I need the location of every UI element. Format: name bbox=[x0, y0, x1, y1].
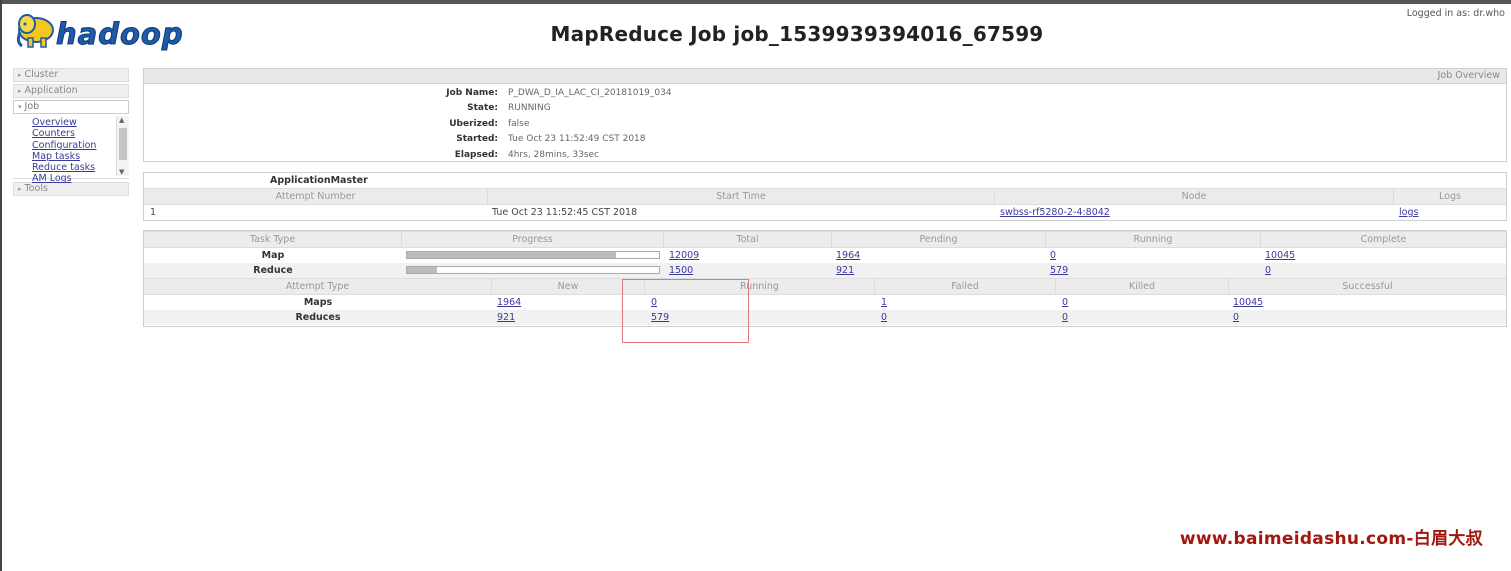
reduce-complete-link[interactable]: 0 bbox=[1265, 265, 1271, 276]
info-label: Started: bbox=[456, 134, 498, 145]
window-top-bar bbox=[2, 0, 1511, 4]
map-pending-link[interactable]: 1964 bbox=[836, 250, 860, 261]
sidebar-link-reduce-tasks[interactable]: Reduce tasks bbox=[32, 162, 96, 173]
info-value: 4hrs, 28mins, 33sec bbox=[508, 149, 600, 160]
info-value: false bbox=[508, 118, 530, 129]
table-row: Reduces 921 579 0 0 0 bbox=[144, 310, 1506, 325]
maps-killed-link[interactable]: 0 bbox=[1062, 297, 1068, 308]
info-row-uberized: Uberized: false bbox=[144, 117, 1506, 132]
sidebar-item-application[interactable]: ▸ Application bbox=[13, 84, 129, 98]
attempt-number: 1 bbox=[150, 207, 157, 218]
sidebar-item-label: Application bbox=[24, 85, 78, 96]
info-label: Elapsed: bbox=[454, 149, 498, 160]
sidebar: ▸ Cluster ▸ Application ▾ Job Overview Coun… bbox=[13, 68, 129, 198]
scroll-down-icon[interactable]: ▼ bbox=[119, 168, 124, 176]
table-row: 1 Tue Oct 23 11:52:45 CST 2018 swbss-rf5… bbox=[144, 205, 1506, 221]
info-label: State: bbox=[467, 103, 498, 114]
sidebar-link-am-logs[interactable]: AM Logs bbox=[32, 173, 96, 184]
info-row-started: Started: Tue Oct 23 11:52:49 CST 2018 bbox=[144, 132, 1506, 147]
table-row: Maps 1964 0 1 0 10045 bbox=[144, 295, 1506, 310]
maps-new-link[interactable]: 1964 bbox=[497, 297, 521, 308]
am-table-header: Attempt Number Start Time Node Logs bbox=[144, 188, 1506, 205]
annotation-highlight-box bbox=[622, 279, 749, 343]
col-total[interactable]: Total bbox=[664, 232, 832, 247]
map-total-link[interactable]: 12009 bbox=[669, 250, 699, 261]
sidebar-link-map-tasks[interactable]: Map tasks bbox=[32, 151, 96, 162]
map-progress-bar bbox=[406, 251, 660, 259]
col-complete[interactable]: Complete bbox=[1261, 232, 1506, 247]
triangle-down-icon: ▾ bbox=[18, 103, 22, 111]
col-pending[interactable]: Pending bbox=[832, 232, 1046, 247]
watermark: www.baimeidashu.com-白眉大叔 bbox=[1179, 529, 1483, 549]
job-submenu: Overview Counters Configuration Map task… bbox=[13, 116, 129, 184]
sidebar-link-overview[interactable]: Overview bbox=[32, 117, 96, 128]
sidebar-link-counters[interactable]: Counters bbox=[32, 128, 96, 139]
info-row-elapsed: Elapsed: 4hrs, 28mins, 33sec bbox=[144, 148, 1506, 163]
info-row-job-name: Job Name: P_DWA_D_IA_LAC_CI_20181019_034 bbox=[144, 86, 1506, 101]
node-link[interactable]: swbss-rf5280-2-4:8042 bbox=[1000, 207, 1110, 218]
attempt-type-reduces: Reduces bbox=[295, 312, 341, 323]
table-row: Map 12009 1964 0 10045 bbox=[144, 248, 1506, 263]
maps-successful-link[interactable]: 10045 bbox=[1233, 297, 1263, 308]
sidebar-item-cluster[interactable]: ▸ Cluster bbox=[13, 68, 129, 82]
maps-failed-link[interactable]: 1 bbox=[881, 297, 887, 308]
logs-link[interactable]: logs bbox=[1399, 207, 1418, 218]
logged-in-status: Logged in as: dr.who bbox=[1406, 8, 1505, 19]
reduces-killed-link[interactable]: 0 bbox=[1062, 312, 1068, 323]
info-value: RUNNING bbox=[508, 103, 551, 114]
info-value: Tue Oct 23 11:52:49 CST 2018 bbox=[508, 134, 646, 145]
col-attempt-number[interactable]: Attempt Number bbox=[144, 189, 488, 204]
task-table-header: Task Type Progress Total Pending Running… bbox=[144, 231, 1506, 248]
application-master-panel: ApplicationMaster Attempt Number Start T… bbox=[143, 172, 1507, 221]
task-type-map-link[interactable]: Map bbox=[262, 250, 285, 261]
map-progress-fill bbox=[407, 252, 617, 258]
info-row-state: State: RUNNING bbox=[144, 101, 1506, 116]
attempt-type-maps: Maps bbox=[303, 297, 333, 308]
reduces-failed-link[interactable]: 0 bbox=[881, 312, 887, 323]
info-label: Job Name: bbox=[446, 88, 498, 98]
info-label: Uberized: bbox=[449, 118, 498, 129]
sidebar-item-job[interactable]: ▾ Job bbox=[13, 100, 129, 114]
col-node[interactable]: Node bbox=[995, 189, 1394, 204]
job-overview-panel: Job Overview Job Name: P_DWA_D_IA_LAC_CI… bbox=[143, 68, 1507, 162]
map-complete-link[interactable]: 10045 bbox=[1265, 250, 1295, 261]
reduce-progress-fill bbox=[407, 267, 438, 273]
sidebar-item-label: Job bbox=[24, 101, 40, 112]
triangle-right-icon: ▸ bbox=[18, 71, 22, 79]
col-logs[interactable]: Logs bbox=[1394, 189, 1506, 204]
page-title: MapReduce Job job_1539939394016_67599 bbox=[550, 22, 1044, 46]
reduce-progress-bar bbox=[406, 266, 660, 274]
col-killed[interactable]: Killed bbox=[1056, 279, 1229, 294]
map-running-link[interactable]: 0 bbox=[1050, 250, 1056, 261]
triangle-right-icon: ▸ bbox=[18, 87, 22, 95]
col-failed[interactable]: Failed bbox=[875, 279, 1056, 294]
attempt-table-header: Attempt Type New Running Failed Killed S… bbox=[144, 278, 1506, 295]
reduces-new-link[interactable]: 921 bbox=[497, 312, 515, 323]
table-row: Reduce 1500 921 579 0 bbox=[144, 263, 1506, 278]
scroll-up-icon[interactable]: ▲ bbox=[119, 116, 124, 124]
job-overview-header: Job Overview bbox=[144, 69, 1506, 84]
sidebar-item-label: Cluster bbox=[24, 69, 59, 80]
am-title: ApplicationMaster bbox=[270, 175, 368, 186]
col-start-time[interactable]: Start Time bbox=[488, 189, 995, 204]
col-progress[interactable]: Progress bbox=[402, 232, 664, 247]
col-task-type[interactable]: Task Type bbox=[144, 232, 402, 247]
am-start-time: Tue Oct 23 11:52:45 CST 2018 bbox=[492, 207, 638, 218]
scroll-thumb[interactable] bbox=[119, 128, 127, 160]
submenu-scrollbar[interactable]: ▲ ▼ bbox=[116, 116, 129, 176]
reduce-total-link[interactable]: 1500 bbox=[669, 265, 693, 276]
col-attempt-type[interactable]: Attempt Type bbox=[144, 279, 492, 294]
reduce-pending-link[interactable]: 921 bbox=[836, 265, 854, 276]
info-value: P_DWA_D_IA_LAC_CI_20181019_034 bbox=[508, 88, 672, 98]
task-type-reduce-link[interactable]: Reduce bbox=[253, 265, 292, 276]
tasks-panel: Task Type Progress Total Pending Running… bbox=[143, 230, 1507, 327]
col-successful[interactable]: Successful bbox=[1229, 279, 1506, 294]
triangle-right-icon: ▸ bbox=[18, 185, 22, 193]
reduce-running-link[interactable]: 579 bbox=[1050, 265, 1068, 276]
col-running[interactable]: Running bbox=[1046, 232, 1261, 247]
reduces-successful-link[interactable]: 0 bbox=[1233, 312, 1239, 323]
sidebar-link-configuration[interactable]: Configuration bbox=[32, 140, 96, 151]
